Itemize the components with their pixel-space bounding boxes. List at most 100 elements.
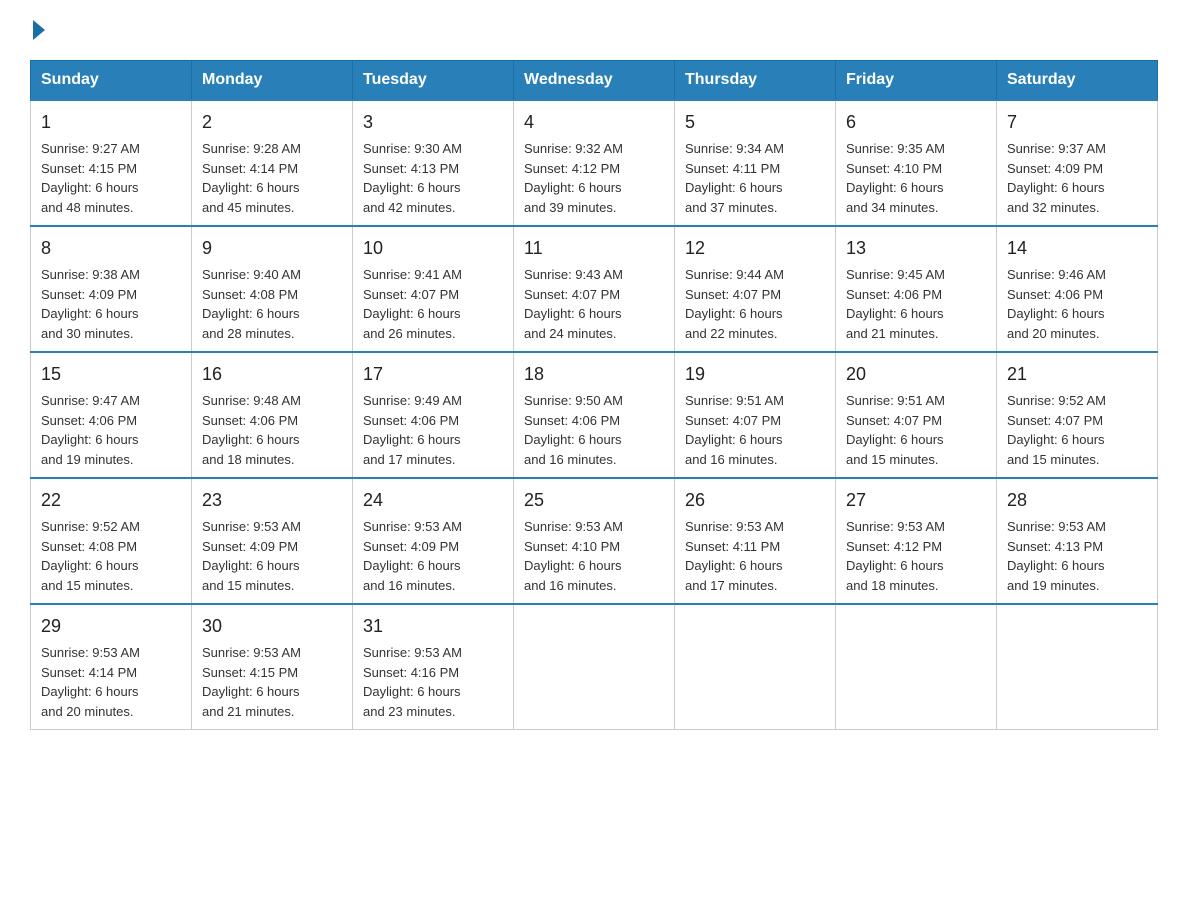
day-daylight-mins: and 15 minutes. (1007, 452, 1100, 467)
day-sunset: Sunset: 4:06 PM (363, 413, 459, 428)
day-sunrise: Sunrise: 9:53 AM (202, 519, 301, 534)
day-daylight: Daylight: 6 hours (41, 180, 139, 195)
table-row: 9 Sunrise: 9:40 AM Sunset: 4:08 PM Dayli… (192, 226, 353, 352)
table-row: 21 Sunrise: 9:52 AM Sunset: 4:07 PM Dayl… (997, 352, 1158, 478)
day-sunrise: Sunrise: 9:53 AM (685, 519, 784, 534)
table-row: 19 Sunrise: 9:51 AM Sunset: 4:07 PM Dayl… (675, 352, 836, 478)
table-row (836, 604, 997, 730)
day-sunset: Sunset: 4:09 PM (1007, 161, 1103, 176)
table-row: 28 Sunrise: 9:53 AM Sunset: 4:13 PM Dayl… (997, 478, 1158, 604)
day-number: 6 (846, 109, 986, 136)
day-daylight: Daylight: 6 hours (202, 684, 300, 699)
day-sunset: Sunset: 4:06 PM (1007, 287, 1103, 302)
day-daylight: Daylight: 6 hours (363, 684, 461, 699)
day-daylight-mins: and 16 minutes. (524, 452, 617, 467)
day-daylight-mins: and 23 minutes. (363, 704, 456, 719)
day-number: 13 (846, 235, 986, 262)
day-daylight: Daylight: 6 hours (524, 558, 622, 573)
calendar-week-row: 29 Sunrise: 9:53 AM Sunset: 4:14 PM Dayl… (31, 604, 1158, 730)
day-number: 14 (1007, 235, 1147, 262)
day-sunrise: Sunrise: 9:51 AM (685, 393, 784, 408)
table-row: 29 Sunrise: 9:53 AM Sunset: 4:14 PM Dayl… (31, 604, 192, 730)
day-number: 31 (363, 613, 503, 640)
table-row: 11 Sunrise: 9:43 AM Sunset: 4:07 PM Dayl… (514, 226, 675, 352)
calendar-week-row: 22 Sunrise: 9:52 AM Sunset: 4:08 PM Dayl… (31, 478, 1158, 604)
day-number: 7 (1007, 109, 1147, 136)
day-sunrise: Sunrise: 9:34 AM (685, 141, 784, 156)
day-sunset: Sunset: 4:06 PM (524, 413, 620, 428)
day-sunset: Sunset: 4:09 PM (41, 287, 137, 302)
day-number: 8 (41, 235, 181, 262)
day-daylight: Daylight: 6 hours (685, 306, 783, 321)
day-daylight-mins: and 28 minutes. (202, 326, 295, 341)
day-sunset: Sunset: 4:07 PM (524, 287, 620, 302)
day-sunrise: Sunrise: 9:45 AM (846, 267, 945, 282)
table-row: 5 Sunrise: 9:34 AM Sunset: 4:11 PM Dayli… (675, 100, 836, 226)
day-daylight-mins: and 39 minutes. (524, 200, 617, 215)
day-sunset: Sunset: 4:15 PM (41, 161, 137, 176)
day-daylight-mins: and 16 minutes. (685, 452, 778, 467)
day-daylight-mins: and 20 minutes. (1007, 326, 1100, 341)
day-number: 19 (685, 361, 825, 388)
day-sunset: Sunset: 4:08 PM (202, 287, 298, 302)
day-sunset: Sunset: 4:06 PM (846, 287, 942, 302)
day-number: 25 (524, 487, 664, 514)
day-number: 10 (363, 235, 503, 262)
day-number: 16 (202, 361, 342, 388)
day-daylight: Daylight: 6 hours (363, 180, 461, 195)
day-sunrise: Sunrise: 9:52 AM (41, 519, 140, 534)
table-row: 18 Sunrise: 9:50 AM Sunset: 4:06 PM Dayl… (514, 352, 675, 478)
col-tuesday: Tuesday (353, 61, 514, 101)
day-daylight-mins: and 18 minutes. (202, 452, 295, 467)
table-row: 20 Sunrise: 9:51 AM Sunset: 4:07 PM Dayl… (836, 352, 997, 478)
day-sunrise: Sunrise: 9:53 AM (524, 519, 623, 534)
table-row: 17 Sunrise: 9:49 AM Sunset: 4:06 PM Dayl… (353, 352, 514, 478)
day-sunset: Sunset: 4:13 PM (363, 161, 459, 176)
day-daylight: Daylight: 6 hours (685, 432, 783, 447)
day-daylight: Daylight: 6 hours (685, 558, 783, 573)
day-sunrise: Sunrise: 9:32 AM (524, 141, 623, 156)
day-daylight-mins: and 42 minutes. (363, 200, 456, 215)
day-daylight-mins: and 16 minutes. (363, 578, 456, 593)
day-sunrise: Sunrise: 9:53 AM (1007, 519, 1106, 534)
day-sunrise: Sunrise: 9:53 AM (363, 519, 462, 534)
table-row: 30 Sunrise: 9:53 AM Sunset: 4:15 PM Dayl… (192, 604, 353, 730)
day-sunrise: Sunrise: 9:53 AM (363, 645, 462, 660)
calendar-week-row: 8 Sunrise: 9:38 AM Sunset: 4:09 PM Dayli… (31, 226, 1158, 352)
day-daylight-mins: and 19 minutes. (41, 452, 134, 467)
day-number: 30 (202, 613, 342, 640)
day-sunset: Sunset: 4:13 PM (1007, 539, 1103, 554)
day-sunset: Sunset: 4:14 PM (202, 161, 298, 176)
day-daylight: Daylight: 6 hours (41, 432, 139, 447)
table-row: 13 Sunrise: 9:45 AM Sunset: 4:06 PM Dayl… (836, 226, 997, 352)
day-daylight: Daylight: 6 hours (1007, 306, 1105, 321)
day-sunrise: Sunrise: 9:49 AM (363, 393, 462, 408)
day-number: 28 (1007, 487, 1147, 514)
day-daylight: Daylight: 6 hours (846, 558, 944, 573)
calendar-header-row: Sunday Monday Tuesday Wednesday Thursday… (31, 61, 1158, 101)
calendar-table: Sunday Monday Tuesday Wednesday Thursday… (30, 60, 1158, 730)
day-sunset: Sunset: 4:06 PM (202, 413, 298, 428)
day-sunrise: Sunrise: 9:51 AM (846, 393, 945, 408)
table-row: 16 Sunrise: 9:48 AM Sunset: 4:06 PM Dayl… (192, 352, 353, 478)
day-daylight-mins: and 15 minutes. (202, 578, 295, 593)
day-sunrise: Sunrise: 9:35 AM (846, 141, 945, 156)
day-sunrise: Sunrise: 9:53 AM (41, 645, 140, 660)
day-sunrise: Sunrise: 9:53 AM (202, 645, 301, 660)
table-row: 12 Sunrise: 9:44 AM Sunset: 4:07 PM Dayl… (675, 226, 836, 352)
day-daylight: Daylight: 6 hours (363, 432, 461, 447)
day-sunrise: Sunrise: 9:38 AM (41, 267, 140, 282)
day-daylight: Daylight: 6 hours (1007, 558, 1105, 573)
day-number: 12 (685, 235, 825, 262)
day-daylight: Daylight: 6 hours (524, 180, 622, 195)
day-sunrise: Sunrise: 9:30 AM (363, 141, 462, 156)
table-row: 6 Sunrise: 9:35 AM Sunset: 4:10 PM Dayli… (836, 100, 997, 226)
day-sunset: Sunset: 4:09 PM (363, 539, 459, 554)
day-number: 27 (846, 487, 986, 514)
day-daylight-mins: and 45 minutes. (202, 200, 295, 215)
day-sunset: Sunset: 4:14 PM (41, 665, 137, 680)
table-row (675, 604, 836, 730)
day-number: 24 (363, 487, 503, 514)
col-sunday: Sunday (31, 61, 192, 101)
table-row: 25 Sunrise: 9:53 AM Sunset: 4:10 PM Dayl… (514, 478, 675, 604)
